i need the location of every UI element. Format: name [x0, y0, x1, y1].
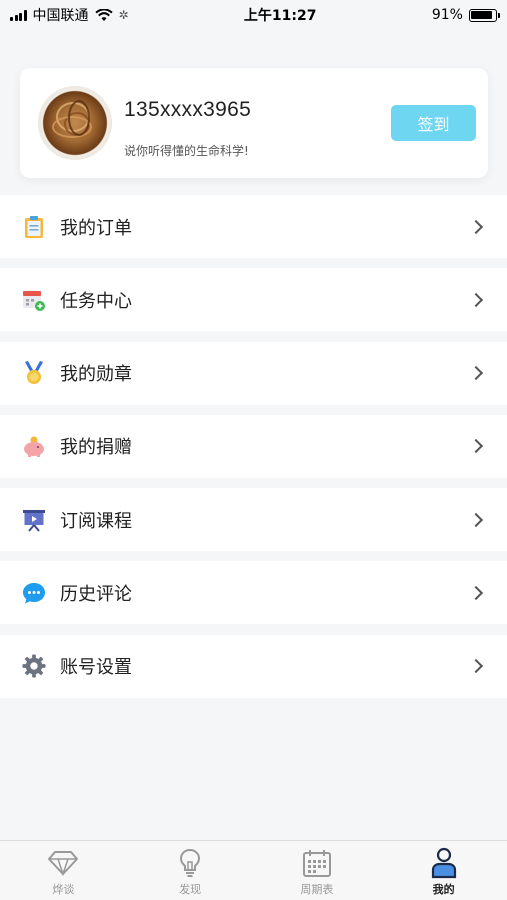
chevron-right-icon [468, 512, 484, 527]
menu-label: 我的勋章 [60, 364, 132, 386]
chat-bubble-icon [22, 581, 46, 605]
menu-label: 历史评论 [60, 583, 132, 605]
tab-discover[interactable]: 发现 [127, 841, 254, 900]
chevron-right-icon [468, 219, 484, 234]
tab-mine[interactable]: 我的 [380, 841, 507, 900]
tab-label: 发现 [179, 883, 202, 896]
chevron-right-icon [468, 659, 484, 674]
chevron-right-icon [468, 585, 484, 601]
signal-icon [10, 9, 27, 21]
menu-label: 订阅课程 [60, 510, 132, 532]
clipboard-icon [22, 215, 46, 239]
menu-label: 我的捐赠 [60, 437, 132, 459]
chevron-right-icon [468, 292, 484, 307]
gear-icon [22, 654, 46, 678]
loading-icon: ✲ [118, 8, 129, 22]
calendar-add-icon [22, 288, 46, 312]
menu-item-medals[interactable]: 我的勋章 [0, 341, 507, 405]
user-icon [427, 847, 461, 879]
presentation-icon [22, 508, 46, 532]
battery-icon [468, 8, 500, 22]
user-slogan: 说你听得懂的生命科学! [124, 144, 249, 158]
calendar-grid-icon [300, 847, 334, 879]
user-phone: 135xxxx3965 [124, 98, 252, 121]
wifi-icon [94, 8, 113, 21]
battery-percent: 91% [431, 7, 463, 23]
menu-item-orders[interactable]: 我的订单 [0, 195, 507, 258]
menu-item-comments[interactable]: 历史评论 [0, 561, 507, 625]
chevron-right-icon [468, 366, 484, 381]
lightbulb-icon [173, 847, 207, 879]
tab-bar: 烨谈 发现 周期表 我的 [0, 840, 507, 900]
tab-ye-tan[interactable]: 烨谈 [0, 841, 127, 900]
menu-item-tasks[interactable]: 任务中心 [0, 268, 507, 332]
checkin-button[interactable]: 签到 [391, 105, 476, 141]
profile-card: 135xxxx3965 说你听得懂的生命科学! 签到 [20, 68, 488, 178]
menu-label: 账号设置 [60, 657, 132, 679]
piggy-bank-icon [22, 434, 46, 458]
menu-label: 任务中心 [60, 290, 132, 312]
menu-list: 我的订单 任务中心 我的勋章 我的捐赠 订阅课程 历史评论 账号设置 [0, 195, 507, 708]
carrier-label: 中国联通 [32, 8, 89, 24]
tab-periodic-table[interactable]: 周期表 [254, 841, 381, 900]
diamond-icon [46, 847, 80, 879]
menu-label: 我的订单 [60, 217, 132, 239]
tab-label: 我的 [432, 883, 455, 896]
chevron-right-icon [468, 439, 484, 454]
status-time: 上午11:27 [243, 8, 317, 24]
menu-item-courses[interactable]: 订阅课程 [0, 488, 507, 552]
menu-item-settings[interactable]: 账号设置 [0, 634, 507, 698]
avatar[interactable] [38, 86, 112, 160]
status-bar: 中国联通 ✲ 上午11:27 91% [0, 0, 507, 30]
tab-label: 周期表 [300, 883, 334, 896]
tab-label: 烨谈 [52, 883, 75, 896]
menu-item-donations[interactable]: 我的捐赠 [0, 414, 507, 478]
medal-icon [22, 361, 46, 385]
